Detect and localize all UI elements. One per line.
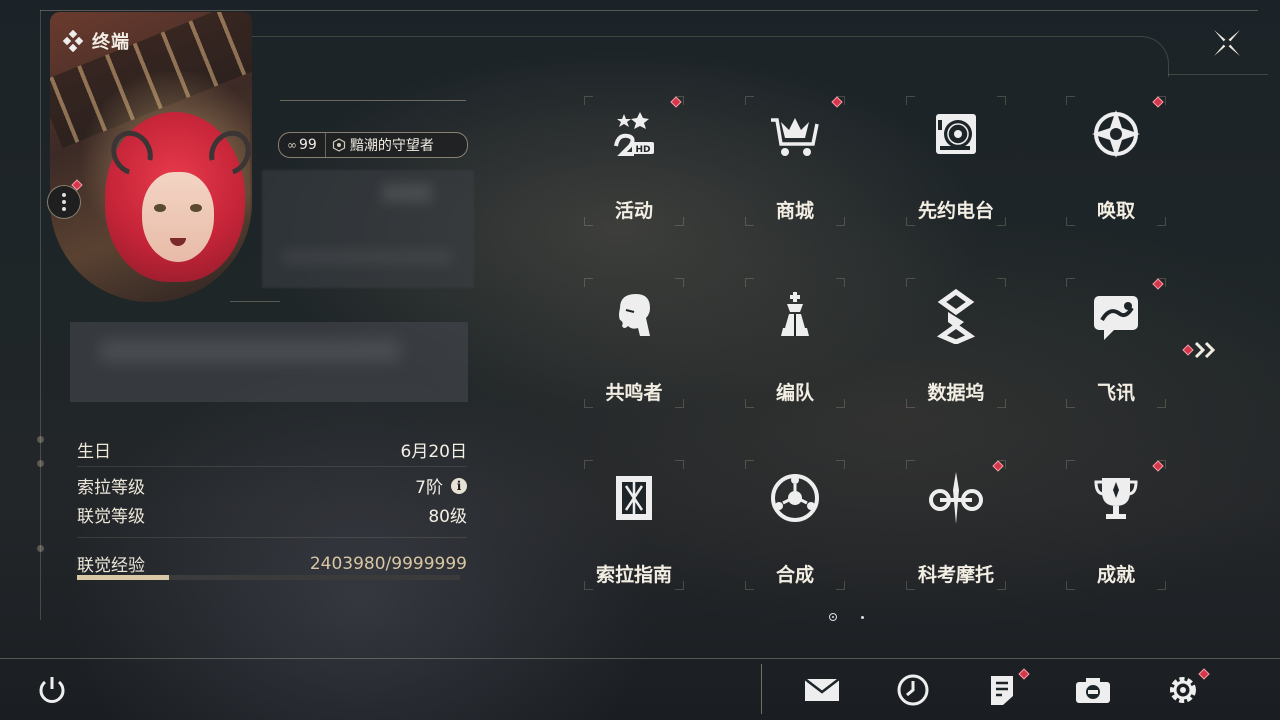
event-icon: HD bbox=[614, 112, 654, 156]
double-chevron-right-icon bbox=[1194, 341, 1216, 359]
menu-tile-label: 共鸣者 bbox=[605, 382, 663, 404]
message-icon bbox=[1094, 296, 1138, 340]
notice-icon bbox=[991, 676, 1013, 705]
level-value: 99 bbox=[299, 137, 317, 153]
blurred-info-panel bbox=[262, 170, 474, 288]
menu-tile-data-bank[interactable]: 数据坞 bbox=[906, 278, 1006, 408]
infinity-icon: ∞ bbox=[287, 138, 297, 152]
hexagon-icon bbox=[332, 138, 345, 152]
menu-tile-label: 唤取 bbox=[1096, 200, 1135, 222]
synthesis-icon bbox=[771, 474, 819, 522]
team-chess-icon bbox=[781, 292, 809, 336]
bottom-bar-divider bbox=[0, 658, 1280, 659]
page-title-text: 终端 bbox=[92, 32, 130, 53]
trophy-icon bbox=[1094, 478, 1138, 519]
stat-label: 生日 bbox=[77, 442, 111, 462]
mail-icon bbox=[804, 678, 840, 701]
experience-progress-bar bbox=[77, 575, 460, 580]
menu-tile-label: 活动 bbox=[614, 200, 653, 222]
menu-tile-resonators[interactable]: 共鸣者 bbox=[584, 278, 684, 408]
stat-sola-level: 索拉等级 7阶 i bbox=[77, 473, 467, 498]
menu-tile-label: 飞讯 bbox=[1096, 382, 1135, 404]
menu-tile-events[interactable]: HD 活动 bbox=[584, 96, 684, 226]
frame-left-line bbox=[40, 10, 41, 620]
guide-book-icon bbox=[616, 476, 652, 520]
menu-tile-radio[interactable]: 先约电台 bbox=[906, 96, 1006, 226]
stat-label: 索拉等级 bbox=[77, 478, 145, 498]
name-underline bbox=[280, 100, 466, 101]
stat-divider bbox=[77, 466, 467, 467]
info-icon[interactable]: i bbox=[451, 477, 467, 494]
notice-button[interactable] bbox=[982, 670, 1022, 710]
history-button[interactable] bbox=[893, 670, 933, 710]
menu-tile-convene[interactable]: 唤取 bbox=[1066, 96, 1166, 226]
mail-button[interactable] bbox=[802, 670, 842, 710]
frame-dot bbox=[37, 436, 44, 443]
experience-progress-fill bbox=[77, 575, 170, 580]
menu-tile-label: 编队 bbox=[775, 382, 814, 404]
next-page-button[interactable] bbox=[1180, 340, 1220, 360]
radio-icon bbox=[936, 114, 976, 154]
close-button[interactable] bbox=[1208, 24, 1246, 62]
frame-dot bbox=[37, 460, 44, 467]
frame-curve bbox=[248, 36, 1169, 77]
menu-tile-label: 数据坞 bbox=[927, 382, 985, 404]
stat-value: 6月20日 bbox=[400, 442, 467, 462]
blurred-signature-panel bbox=[70, 322, 468, 402]
stat-birthday: 生日 6月20日 bbox=[77, 437, 467, 462]
frame-dot bbox=[37, 545, 44, 552]
power-button[interactable] bbox=[32, 670, 72, 710]
menu-tile-motorcycle[interactable]: 科考摩托 bbox=[906, 460, 1006, 590]
frame-top-line bbox=[40, 10, 1258, 11]
title-badge[interactable]: ∞ 99 黯潮的守望者 bbox=[278, 132, 468, 158]
portrait-underline bbox=[230, 301, 280, 302]
motorcycle-icon bbox=[929, 472, 983, 524]
bottom-bar-separator bbox=[761, 664, 762, 714]
menu-tile-messages[interactable]: 飞讯 bbox=[1066, 278, 1166, 408]
notification-badge bbox=[1182, 344, 1194, 356]
menu-tile-label: 索拉指南 bbox=[595, 564, 672, 586]
svg-text:HD: HD bbox=[635, 145, 650, 155]
stat-label: 联觉经验 bbox=[77, 556, 145, 576]
character-eye bbox=[154, 204, 166, 212]
menu-tile-guidebook[interactable]: 索拉指南 bbox=[584, 460, 684, 590]
page-title: 终端 bbox=[62, 28, 130, 54]
title-badge-text: 黯潮的守望者 bbox=[349, 138, 434, 154]
terminal-diamond-icon bbox=[62, 30, 84, 52]
stat-label: 联觉等级 bbox=[77, 507, 145, 527]
stat-union-level: 联觉等级 80级 bbox=[77, 502, 467, 527]
menu-tile-label: 成就 bbox=[1096, 564, 1135, 586]
character-eye bbox=[190, 204, 202, 212]
camera-button[interactable] bbox=[1073, 670, 1113, 710]
page-indicator-active[interactable] bbox=[829, 613, 837, 621]
menu-tile-label: 合成 bbox=[775, 564, 814, 586]
stat-divider bbox=[77, 537, 467, 538]
stat-experience: 联觉经验 2403980/9999999 bbox=[77, 551, 467, 577]
menu-tile-label: 商城 bbox=[775, 200, 814, 222]
menu-tile-shop[interactable]: 商城 bbox=[745, 96, 845, 226]
menu-tile-label: 先约电台 bbox=[917, 200, 994, 222]
settings-gear-icon bbox=[1170, 677, 1196, 703]
stat-value: 2403980/9999999 bbox=[309, 553, 467, 574]
frame-right-line bbox=[1168, 74, 1268, 75]
menu-tile-achievements[interactable]: 成就 bbox=[1066, 460, 1166, 590]
camera-icon bbox=[1076, 678, 1110, 703]
resonator-icon bbox=[619, 294, 650, 336]
menu-tile-team[interactable]: 编队 bbox=[745, 278, 845, 408]
convene-icon bbox=[1092, 110, 1140, 158]
clock-icon bbox=[897, 674, 929, 706]
power-icon bbox=[39, 677, 65, 703]
page-indicator[interactable] bbox=[861, 616, 864, 619]
avatar-portrait[interactable] bbox=[50, 12, 252, 302]
character-face bbox=[142, 172, 214, 262]
menu-tile-label: 科考摩托 bbox=[917, 564, 994, 586]
menu-tile-synthesis[interactable]: 合成 bbox=[745, 460, 845, 590]
data-bank-icon bbox=[936, 288, 976, 344]
stat-value: 80级 bbox=[428, 507, 467, 527]
more-options-button[interactable] bbox=[47, 185, 81, 219]
stat-value: 7阶 bbox=[415, 478, 443, 498]
settings-button[interactable] bbox=[1163, 670, 1203, 710]
shop-cart-icon bbox=[771, 118, 819, 156]
